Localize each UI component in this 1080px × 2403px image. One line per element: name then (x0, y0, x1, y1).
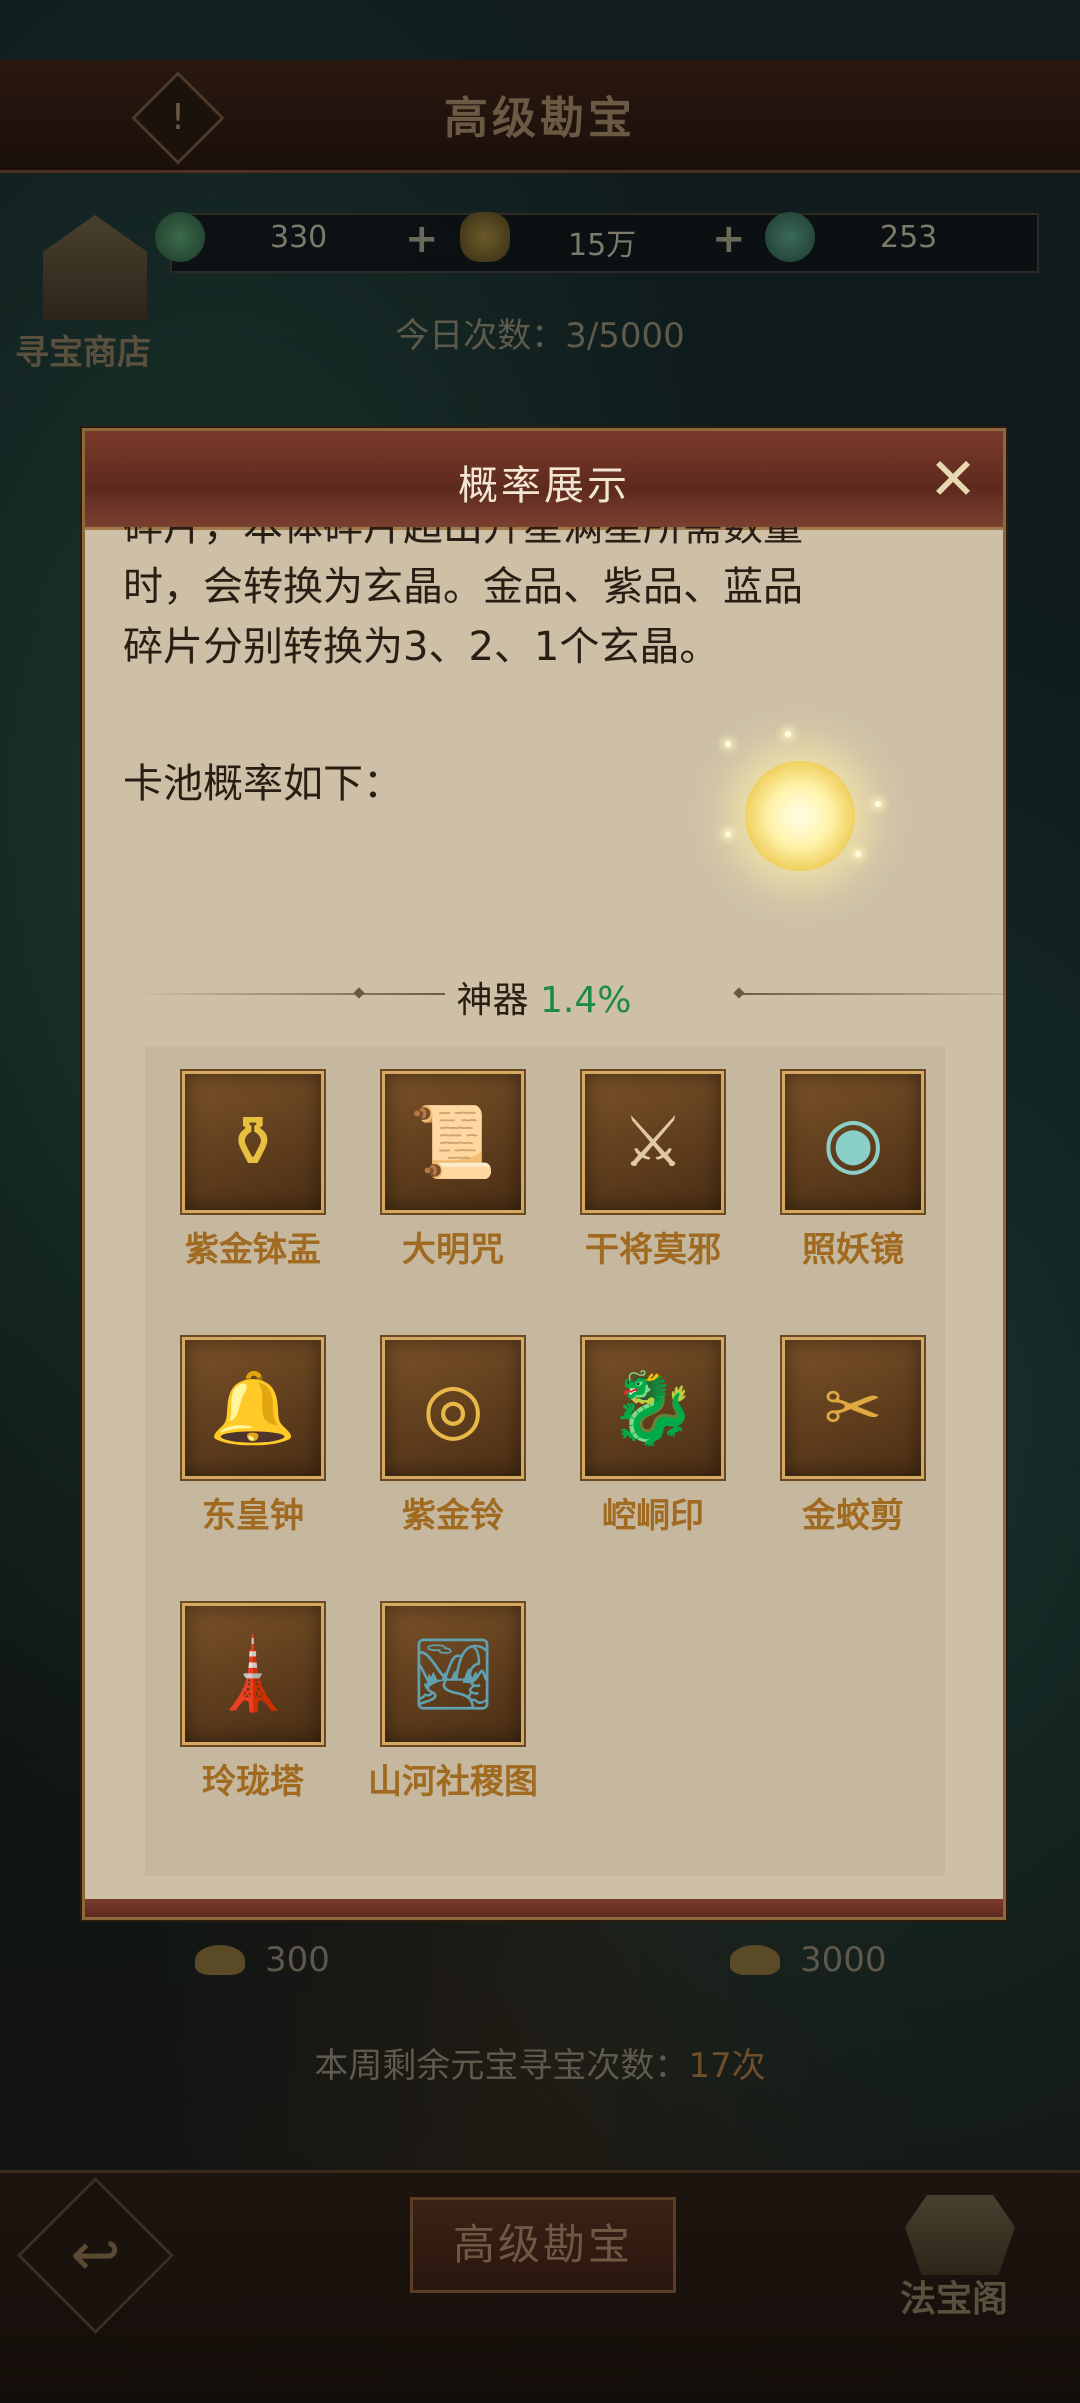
artifact-item[interactable]: 🏞 山河社稷图 (353, 1603, 553, 1803)
bell-icon: 🔔 (182, 1337, 324, 1479)
section-name: 神器 (456, 980, 529, 1021)
modal-title: 概率展示 (458, 463, 630, 509)
artifact-glyph: 🔔 (209, 1367, 297, 1449)
artifact-name: 紫金钵盂 (185, 1230, 321, 1270)
page-title: 高级勘宝 (444, 93, 636, 144)
currency-coin-value: 253 (880, 220, 938, 255)
artifact-name: 金蛟剪 (802, 1496, 904, 1536)
artifact-item[interactable]: 🔔 东皇钟 (153, 1337, 353, 1537)
description-line-1: 碎片，本体碎片超出升星满星所需数量 (123, 527, 803, 550)
artifact-item[interactable]: ✂ 金蛟剪 (753, 1337, 953, 1537)
scroll-tablet-icon: 📜 (382, 1071, 524, 1213)
gold-ingot-icon (460, 212, 510, 262)
treasure-pavilion-icon[interactable] (905, 2195, 1015, 2275)
daily-count: 今日次数：3/5000 (395, 316, 685, 356)
artifact-name: 山河社稷图 (368, 1762, 538, 1802)
modal-header: 概率展示 ✕ (85, 431, 1003, 530)
pool-label: 卡池概率如下： (123, 761, 403, 807)
artifact-glyph: 🐉 (609, 1367, 697, 1449)
cost-ten: 3000 (800, 1940, 887, 1980)
artifact-glyph: ✂ (823, 1367, 883, 1449)
artifact-item[interactable]: 🗼 玲珑塔 (153, 1603, 353, 1803)
artifact-name: 大明咒 (402, 1230, 504, 1270)
artifact-glyph: 🗼 (209, 1633, 297, 1715)
coin-icon (765, 212, 815, 262)
treasure-pavilion-label[interactable]: 法宝阁 (900, 2270, 1008, 2322)
description-line-2: 时，会转换为玄晶。金品、紫品、蓝品 (123, 564, 803, 610)
artifact-item[interactable]: 🐉 崆峒印 (553, 1337, 753, 1537)
artifact-name: 东皇钟 (202, 1496, 304, 1536)
close-icon[interactable]: ✕ (925, 450, 981, 508)
cost-single: 300 (265, 1940, 330, 1980)
artifact-name: 照妖镜 (802, 1230, 904, 1270)
golden-scissors-icon: ✂ (782, 1337, 924, 1479)
artifact-glyph: ◎ (422, 1367, 484, 1449)
artifact-item[interactable]: ⚱ 紫金钵盂 (153, 1071, 353, 1271)
sparkle (855, 851, 861, 857)
golden-bowl-icon: ⚱ (182, 1071, 324, 1213)
sparkle (875, 801, 881, 807)
mirror-icon: ◉ (782, 1071, 924, 1213)
weekly-label: 本周剩余元宝寻宝次数： (314, 2046, 689, 2086)
artifact-glyph: 📜 (409, 1101, 497, 1183)
artifact-glyph: ⚱ (223, 1101, 283, 1183)
section-percent: 1.4% (540, 980, 632, 1021)
probability-modal: 概率展示 ✕ 碎片，本体碎片超出升星满星所需数量 时，会转换为玄晶。金品、紫品、… (82, 428, 1006, 1920)
advanced-search-button[interactable]: 高级勘宝 (410, 2197, 676, 2293)
modal-footer (85, 1899, 1003, 1917)
artifact-item[interactable]: ⚔ 干将莫邪 (553, 1071, 753, 1271)
landscape-scroll-icon: 🏞 (382, 1603, 524, 1745)
artifact-glyph: ⚔ (621, 1101, 685, 1183)
glowing-orb-icon (745, 761, 855, 871)
weekly-count: 17次 (688, 2046, 766, 2086)
gold-ingot-icon (195, 1945, 245, 1975)
dragon-seal-icon: 🐉 (582, 1337, 724, 1479)
crossed-swords-icon: ⚔ (582, 1071, 724, 1213)
sparkle (725, 741, 731, 747)
sparkle (725, 831, 731, 837)
add-coin-button[interactable]: + (712, 216, 746, 262)
artifact-name: 崆峒印 (602, 1496, 704, 1536)
back-arrow-icon: ↩ (70, 2220, 121, 2290)
artifact-name: 玲珑塔 (202, 1762, 304, 1802)
artifact-glyph: ◉ (822, 1101, 884, 1183)
description-line-3: 碎片分别转换为3、2、1个玄晶。 (123, 624, 720, 670)
artifact-item[interactable]: ◉ 照妖镜 (753, 1071, 953, 1271)
divider-right (735, 993, 1003, 995)
gold-ingot-icon (730, 1945, 780, 1975)
artifact-item[interactable]: ◎ 紫金铃 (353, 1337, 553, 1537)
pagoda-icon: 🗼 (182, 1603, 324, 1745)
modal-description[interactable]: 碎片，本体碎片超出升星满星所需数量 时，会转换为玄晶。金品、紫品、蓝品 碎片分别… (123, 527, 973, 699)
artifact-name: 紫金铃 (402, 1496, 504, 1536)
currency-gold-value: 15万 (568, 228, 637, 263)
weekly-remaining: 本周剩余元宝寻宝次数：17次 (0, 2038, 1080, 2087)
add-gold-button[interactable]: + (405, 216, 439, 262)
ring-bells-icon: ◎ (382, 1337, 524, 1479)
sparkle (785, 731, 791, 737)
artifact-glyph: 🏞 (408, 1633, 498, 1715)
currency-jade-value: 330 (270, 220, 328, 255)
section-header: 神器 1.4% (85, 971, 1003, 1023)
artifact-name: 干将莫邪 (585, 1230, 721, 1270)
jade-icon (155, 212, 205, 262)
artifact-item[interactable]: 📜 大明咒 (353, 1071, 553, 1271)
